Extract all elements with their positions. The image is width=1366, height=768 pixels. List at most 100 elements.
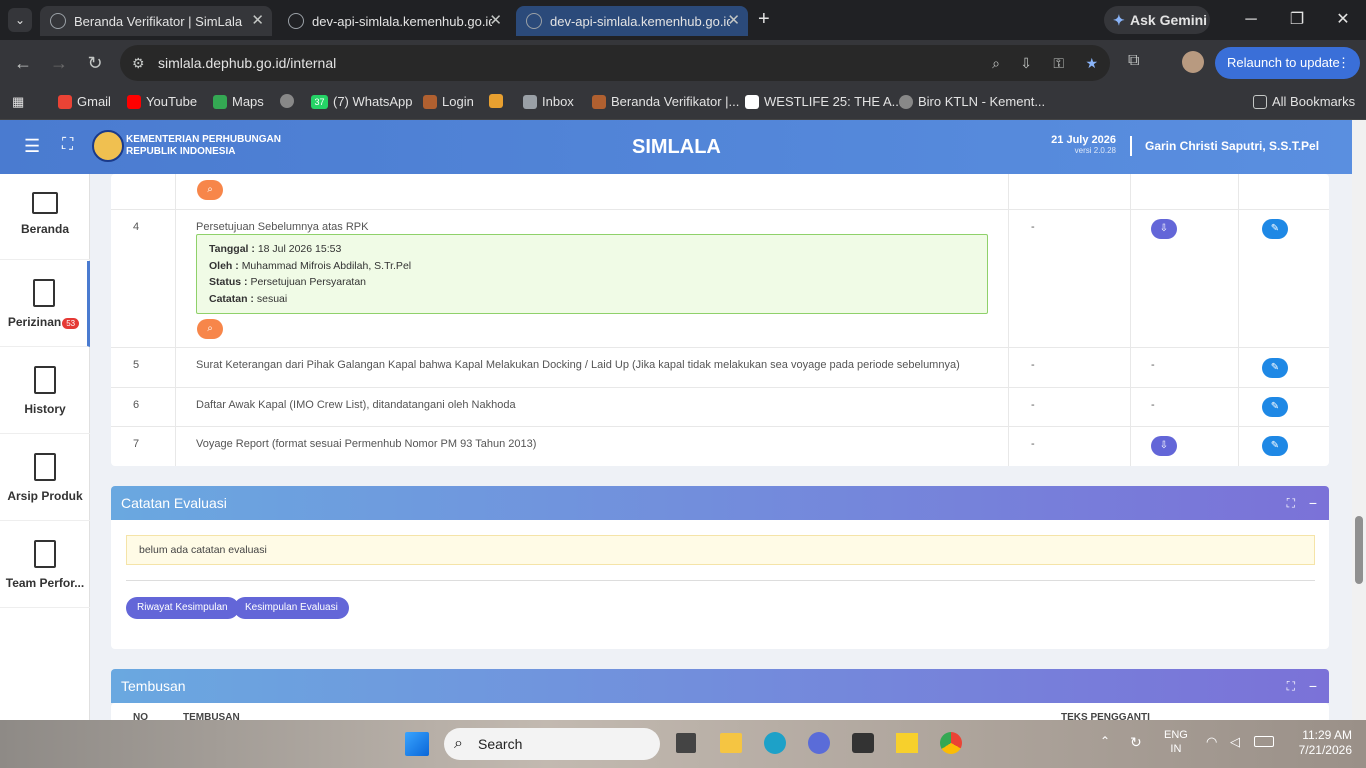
row-value: -	[1031, 399, 1035, 411]
sidebar-item-beranda[interactable]: Beranda	[0, 174, 90, 260]
all-bookmarks[interactable]: All Bookmarks	[1253, 94, 1355, 109]
tab-search-button[interactable]: ⌄	[8, 8, 32, 32]
sticky-notes-icon[interactable]	[896, 733, 918, 753]
camera-icon[interactable]	[852, 733, 874, 753]
tembusan-table: NO TEMBUSAN TEKS PENGGANTI	[111, 703, 1329, 720]
bookmark-label: WESTLIFE 25: THE A...	[764, 94, 903, 109]
tab-2[interactable]: dev-api-simlala.kemenhub.go.id ✕	[278, 6, 510, 36]
taskbar-search[interactable]: ⌕ Search	[444, 728, 660, 760]
user-name[interactable]: Garin Christi Saputri, S.S.T.Pel	[1145, 139, 1319, 153]
start-icon[interactable]	[405, 732, 429, 756]
ask-gemini-button[interactable]: ✦ Ask Gemini	[1104, 6, 1210, 34]
sidebar-item-history[interactable]: History	[0, 348, 90, 434]
expand-icon[interactable]: ⛶	[1287, 669, 1295, 703]
apps-icon[interactable]: ▦	[12, 94, 24, 110]
download-button[interactable]: ⇩	[1151, 436, 1177, 456]
clock[interactable]: 11:29 AM 7/21/2026	[1292, 728, 1352, 758]
collapse-icon[interactable]: −	[1309, 669, 1317, 703]
bookmark-maps[interactable]: Maps	[213, 94, 264, 109]
fullscreen-icon[interactable]: ⛶	[62, 136, 73, 154]
edit-button[interactable]: ✎	[1262, 358, 1288, 378]
page-scrollbar[interactable]	[1352, 120, 1366, 720]
new-tab-button[interactable]: +	[758, 8, 770, 31]
bookmark-beranda[interactable]: Beranda Verifikator |...	[592, 94, 739, 109]
clock-time: 11:29 AM	[1302, 728, 1352, 742]
bookmark-westlife[interactable]: WESTLIFE 25: THE A...	[745, 94, 902, 109]
table-row: 7 Voyage Report (format sesuai Permenhub…	[111, 427, 1329, 466]
edit-button[interactable]: ✎	[1262, 397, 1288, 417]
bookmark-login[interactable]: Login	[423, 94, 474, 109]
whatsapp-icon: 37	[311, 94, 328, 109]
volume-icon[interactable]: ◁	[1230, 734, 1240, 750]
bookmark-gmail[interactable]: Gmail	[58, 94, 111, 109]
battery-icon[interactable]	[1254, 736, 1274, 747]
approval-status-label: Status :	[209, 276, 248, 288]
close-window-button[interactable]: ✕	[1320, 0, 1366, 40]
sidebar-item-perizinan[interactable]: Perizinan 53	[0, 261, 90, 347]
tab-3[interactable]: dev-api-simlala.kemenhub.go.id ✕	[516, 6, 748, 36]
collapse-icon[interactable]: −	[1309, 486, 1317, 520]
minimize-button[interactable]: ─	[1228, 0, 1274, 40]
row-number: 7	[133, 438, 140, 450]
perizinan-badge: 53	[62, 318, 80, 329]
view-history-button[interactable]: ⌕	[197, 319, 223, 339]
copilot-icon[interactable]	[808, 732, 830, 754]
edge-icon[interactable]	[764, 732, 786, 754]
maximize-button[interactable]: ❐	[1274, 0, 1320, 40]
bookmark-whatsapp[interactable]: 37 (7) WhatsApp	[311, 94, 412, 109]
close-tab-icon[interactable]: ✕	[727, 11, 740, 29]
search-label: Search	[478, 736, 523, 752]
close-tab-icon[interactable]: ✕	[489, 11, 502, 29]
bookmark-star-icon[interactable]: ★	[1085, 45, 1098, 81]
install-icon[interactable]: ⇩	[1020, 45, 1032, 81]
sidebar-item-team-performance[interactable]: Team Perfor...	[0, 522, 90, 608]
view-history-button[interactable]: ⌕	[197, 180, 223, 200]
wifi-icon[interactable]: ◠	[1206, 734, 1217, 750]
column-header: TEMBUSAN	[183, 712, 240, 720]
reload-button[interactable]: ↻	[82, 50, 108, 76]
bookmark-label: YouTube	[146, 94, 198, 109]
youtube-icon	[127, 94, 141, 109]
table-row: ⌕	[111, 174, 1329, 210]
file-explorer-icon[interactable]	[720, 733, 742, 753]
relaunch-button[interactable]: Relaunch to update ⋮	[1215, 47, 1360, 79]
bookmark-globe[interactable]	[280, 94, 294, 108]
riwayat-kesimpulan-button[interactable]: Riwayat Kesimpulan	[126, 597, 239, 619]
site-info-icon[interactable]: ⚙	[132, 45, 145, 81]
tab-1[interactable]: Beranda Verifikator | SimLala ✕	[40, 6, 272, 36]
task-view-icon[interactable]	[676, 733, 696, 753]
download-button[interactable]: ⇩	[1151, 219, 1177, 239]
app-title: SIMLALA	[632, 136, 721, 158]
close-tab-icon[interactable]: ✕	[251, 11, 264, 29]
sync-icon[interactable]: ↻	[1130, 734, 1142, 751]
bookmark-biro-ktln[interactable]: Biro KTLN - Kement...	[899, 94, 1045, 109]
edit-button[interactable]: ✎	[1262, 436, 1288, 456]
kesimpulan-evaluasi-button[interactable]: Kesimpulan Evaluasi	[234, 597, 349, 619]
address-bar[interactable]: ⚙ simlala.dephub.go.id/internal ⌕ ⇩ ⚿ ★	[120, 45, 1110, 81]
language-indicator[interactable]: ENG IN	[1164, 728, 1188, 756]
edit-button[interactable]: ✎	[1262, 219, 1288, 239]
back-button[interactable]: ←	[10, 50, 36, 76]
row-number: 5	[133, 359, 140, 371]
zoom-icon[interactable]: ⌕	[992, 45, 1000, 81]
taskbar: ⌕ Search ⌃ ↻ ENG IN ◠ ◁ 11:29 AM 7/21/2026	[0, 720, 1366, 768]
key-icon[interactable]: ⚿	[1053, 45, 1064, 81]
bookmark-youtube[interactable]: YouTube	[127, 94, 197, 109]
row-value: -	[1151, 359, 1155, 371]
tray-chevron-icon[interactable]: ⌃	[1100, 734, 1110, 748]
inbox-icon	[523, 94, 537, 109]
forward-button[interactable]: →	[46, 50, 72, 76]
scrollbar-thumb[interactable]	[1355, 516, 1363, 584]
expand-icon[interactable]: ⛶	[1287, 486, 1295, 520]
chrome-icon[interactable]	[940, 732, 962, 754]
extensions-icon[interactable]: ⧉	[1128, 52, 1139, 70]
bookmark-pinwheel[interactable]	[489, 94, 503, 108]
hamburger-menu-icon[interactable]: ☰	[24, 136, 40, 157]
globe-icon	[288, 13, 304, 29]
bookmark-inbox[interactable]: Inbox	[523, 94, 574, 109]
bookmark-label: Beranda Verifikator |...	[611, 94, 740, 109]
sidebar-item-arsip-produk[interactable]: Arsip Produk	[0, 435, 90, 521]
profile-avatar[interactable]	[1182, 51, 1204, 73]
approval-note-value: sesuai	[256, 292, 288, 305]
header-divider	[1130, 136, 1132, 156]
